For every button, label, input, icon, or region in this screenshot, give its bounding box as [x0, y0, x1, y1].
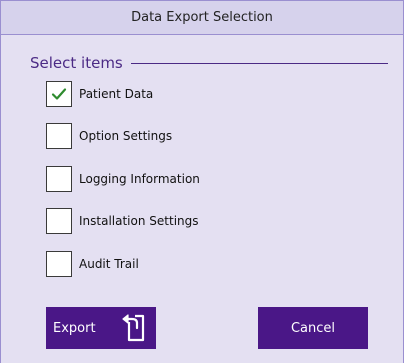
group-divider — [130, 62, 388, 64]
group-title: Select items — [30, 54, 123, 72]
item-audit-trail[interactable]: Audit Trail — [46, 248, 139, 280]
checkbox-patient-data[interactable] — [46, 81, 72, 107]
item-option-settings[interactable]: Option Settings — [46, 120, 172, 152]
item-label: Audit Trail — [79, 257, 139, 271]
item-logging-information[interactable]: Logging Information — [46, 163, 200, 195]
export-dialog: Data Export Selection Select items Patie… — [0, 0, 404, 363]
select-items-group-header: Select items — [30, 53, 388, 73]
cancel-button[interactable]: Cancel — [258, 307, 368, 349]
item-installation-settings[interactable]: Installation Settings — [46, 205, 199, 237]
item-label: Patient Data — [79, 87, 154, 101]
export-button[interactable]: Export — [46, 307, 156, 349]
export-button-label: Export — [53, 320, 96, 336]
checkbox-installation-settings[interactable] — [46, 208, 72, 234]
item-patient-data[interactable]: Patient Data — [46, 78, 153, 110]
item-label: Option Settings — [79, 129, 173, 143]
checkbox-audit-trail[interactable] — [46, 251, 72, 277]
item-label: Logging Information — [79, 172, 200, 186]
checkmark-icon — [51, 88, 67, 100]
dialog-title: Data Export Selection — [1, 1, 403, 35]
export-icon — [116, 312, 150, 344]
checkbox-option-settings[interactable] — [46, 123, 72, 149]
cancel-button-label: Cancel — [290, 320, 336, 336]
checkbox-logging-information[interactable] — [46, 166, 72, 192]
item-label: Installation Settings — [79, 214, 199, 228]
